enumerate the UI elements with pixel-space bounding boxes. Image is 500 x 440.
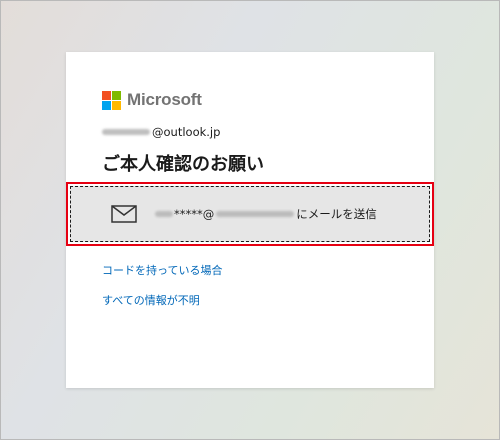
microsoft-logo-icon bbox=[102, 90, 121, 110]
redacted-domain bbox=[216, 211, 295, 217]
masked-email: *****@ bbox=[174, 207, 215, 221]
verification-card: Microsoft @outlook.jp ご本人確認のお願い *****@ に… bbox=[66, 52, 434, 388]
redacted-username bbox=[102, 129, 150, 135]
account-email: @outlook.jp bbox=[102, 125, 220, 139]
have-code-link[interactable]: コードを持っている場合 bbox=[102, 262, 222, 278]
mail-icon bbox=[111, 205, 137, 223]
page-title: ご本人確認のお願い bbox=[102, 154, 264, 175]
send-email-option[interactable]: *****@ にメールを送信 bbox=[70, 186, 430, 242]
send-email-label: *****@ にメールを送信 bbox=[155, 206, 377, 222]
account-email-domain: @outlook.jp bbox=[152, 125, 221, 139]
redacted-local-part bbox=[155, 211, 173, 217]
microsoft-logo: Microsoft bbox=[102, 90, 202, 110]
unknown-info-link[interactable]: すべての情報が不明 bbox=[102, 292, 200, 308]
logo-text: Microsoft bbox=[127, 90, 202, 109]
highlight-box: *****@ にメールを送信 bbox=[66, 182, 434, 246]
send-email-action: にメールを送信 bbox=[296, 207, 377, 221]
